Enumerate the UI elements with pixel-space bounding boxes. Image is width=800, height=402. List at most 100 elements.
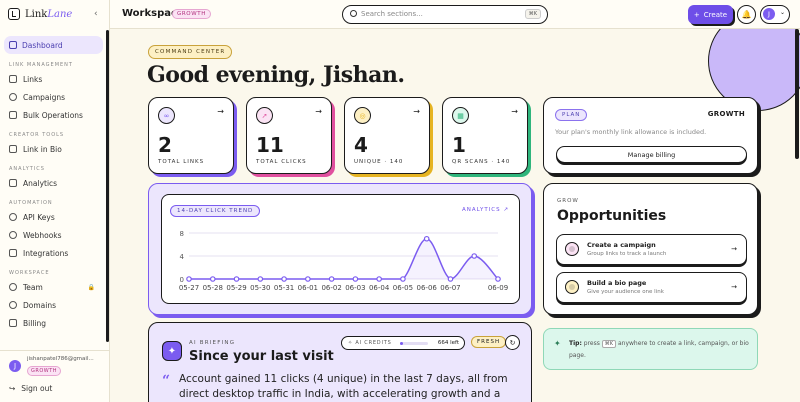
sidebar-item-billing[interactable]: Billing bbox=[0, 314, 109, 332]
x-tick-label: 06-06 bbox=[417, 284, 438, 292]
sidebar-item-dashboard[interactable]: Dashboard bbox=[4, 36, 103, 54]
stat-card-unique[interactable]: ◎ → 4 UNIQUE · 140 bbox=[344, 97, 430, 174]
qr-icon: ▦ bbox=[452, 107, 469, 124]
search-placeholder: Search sections... bbox=[361, 10, 423, 18]
main-scrollbar[interactable] bbox=[795, 29, 799, 159]
avatar[interactable]: J bbox=[9, 360, 21, 372]
data-point bbox=[423, 235, 430, 242]
refresh-button[interactable]: ↻ bbox=[505, 335, 520, 350]
sidebar-item-bulk-operations[interactable]: Bulk Operations bbox=[0, 106, 109, 124]
chevron-down-icon: ⌄ bbox=[779, 9, 785, 16]
stat-card-total-clicks[interactable]: ➚ → 11 TOTAL CLICKS bbox=[246, 97, 332, 174]
sidebar-item-label: Integrations bbox=[23, 248, 69, 258]
bio-page-icon bbox=[9, 145, 17, 153]
sign-out-icon: ↪ bbox=[9, 384, 16, 393]
briefing-title: Since your last visit bbox=[189, 349, 334, 364]
sidebar-item-label: Links bbox=[23, 74, 43, 84]
x-tick-label: 06-03 bbox=[345, 284, 365, 292]
stat-card-total-links[interactable]: ∞ → 2 TOTAL LINKS bbox=[148, 97, 234, 174]
search-shortcut: ⌘K bbox=[524, 9, 541, 19]
arrow-right-icon: → bbox=[731, 245, 737, 253]
sidebar-user[interactable]: J jishanpatel786@gmail... GROWTH ↪ Sign … bbox=[0, 350, 110, 402]
tip-text: Tip: press ⌘K anywhere to create a link,… bbox=[569, 340, 749, 359]
bio-page-icon bbox=[565, 280, 579, 294]
arrow-right-icon: → bbox=[413, 107, 420, 116]
opportunity-build-bio-page[interactable]: Build a bio page Give your audience one … bbox=[556, 272, 747, 303]
sidebar-item-links[interactable]: Links bbox=[0, 70, 109, 88]
plan-badge: PLAN bbox=[555, 109, 588, 121]
x-tick-label: 05-27 bbox=[179, 284, 199, 292]
globe-icon bbox=[9, 301, 17, 309]
search-input[interactable]: Search sections... ⌘K bbox=[342, 5, 548, 24]
sidebar-item-label: Billing bbox=[23, 318, 46, 328]
chart-icon bbox=[9, 179, 17, 187]
click-trend-chart: 0 4 8 05-27 05-28 05-29 05-30 05-31 06-01 06-02 06… bbox=[161, 194, 520, 304]
collapse-sidebar-icon[interactable]: ‹ bbox=[94, 9, 98, 19]
user-email: jishanpatel786@gmail... bbox=[27, 356, 94, 362]
x-tick-label: 05-31 bbox=[274, 284, 294, 292]
layers-icon bbox=[9, 111, 17, 119]
sign-out-label: Sign out bbox=[21, 384, 53, 393]
ai-briefing-card: ✦ AI BRIEFING Since your last visit ✧ AI… bbox=[148, 322, 532, 402]
sidebar-item-analytics[interactable]: Analytics bbox=[0, 174, 109, 192]
user-menu-button[interactable]: J ⌄ bbox=[760, 5, 790, 24]
user-plan-badge: GROWTH bbox=[27, 366, 62, 376]
click-trend-card: 0 4 8 05-27 05-28 05-29 05-30 05-31 06-01 06-02 06… bbox=[148, 183, 532, 315]
opportunity-title: Build a bio page bbox=[587, 279, 647, 287]
notifications-button[interactable]: 🔔 bbox=[737, 5, 756, 24]
sidebar-item-team[interactable]: Team 🔒 bbox=[0, 278, 109, 296]
webhook-icon bbox=[9, 231, 17, 239]
stat-card-qr-scans[interactable]: ▦ → 1 QR SCANS · 140 bbox=[442, 97, 528, 174]
stat-value: 2 bbox=[158, 133, 172, 157]
sidebar-scrollbar[interactable] bbox=[106, 30, 109, 342]
plan-name: GROWTH bbox=[707, 110, 745, 118]
sidebar-item-label: Domains bbox=[23, 300, 57, 310]
data-point bbox=[400, 276, 406, 282]
fingerprint-icon: ◎ bbox=[354, 107, 371, 124]
sign-out-button[interactable]: ↪ Sign out bbox=[9, 384, 52, 393]
sidebar-item-integrations[interactable]: Integrations bbox=[0, 244, 109, 262]
sidebar-item-label: Analytics bbox=[23, 178, 58, 188]
x-tick-label: 05-30 bbox=[250, 284, 270, 292]
manage-billing-button[interactable]: Manage billing bbox=[556, 146, 747, 163]
stat-label: TOTAL CLICKS bbox=[256, 159, 307, 165]
brand[interactable]: LinkLane bbox=[0, 0, 109, 28]
sidebar-item-webhooks[interactable]: Webhooks bbox=[0, 226, 109, 244]
section-automation: AUTOMATION bbox=[9, 200, 53, 206]
quote-icon: “ bbox=[162, 373, 171, 389]
sidebar-item-label: Campaigns bbox=[23, 92, 66, 102]
ai-credits-meter: ✧ AI CREDITS 664 left bbox=[341, 336, 465, 350]
section-creator-tools: CREATOR TOOLS bbox=[9, 132, 65, 138]
sidebar-item-link-in-bio[interactable]: Link in Bio bbox=[0, 140, 109, 158]
topbar: Workspace GROWTH Search sections... ⌘K +… bbox=[110, 0, 800, 29]
sidebar-item-api-keys[interactable]: API Keys bbox=[0, 208, 109, 226]
main-content: COMMAND CENTER Good evening, Jishan. ∞ →… bbox=[110, 29, 800, 402]
section-workspace: WORKSPACE bbox=[9, 270, 50, 276]
sidebar-item-domains[interactable]: Domains bbox=[0, 296, 109, 314]
create-button[interactable]: + Create bbox=[688, 5, 733, 24]
greeting-heading: Good evening, Jishan. bbox=[147, 62, 405, 88]
arrow-right-icon: → bbox=[731, 283, 737, 291]
sidebar-item-label: Dashboard bbox=[22, 40, 63, 50]
users-icon bbox=[9, 283, 17, 291]
series-line bbox=[189, 237, 499, 280]
plan-card: PLAN GROWTH Your plan's monthly link all… bbox=[543, 97, 758, 174]
arrow-right-icon: → bbox=[511, 107, 518, 116]
series-area bbox=[189, 238, 498, 279]
stat-label: TOTAL LINKS bbox=[158, 159, 205, 165]
brand-name: LinkLane bbox=[25, 8, 73, 20]
sparkle-icon: ✦ bbox=[162, 341, 182, 361]
search-icon bbox=[350, 10, 357, 17]
x-tick-label: 05-29 bbox=[226, 284, 246, 292]
data-point bbox=[305, 276, 311, 282]
y-tick-label: 4 bbox=[180, 253, 185, 261]
sidebar-item-campaigns[interactable]: Campaigns bbox=[0, 88, 109, 106]
shortcut-key: ⌘K bbox=[601, 340, 617, 348]
plus-icon: + bbox=[693, 10, 700, 19]
trend-badge: 14-DAY CLICK TREND bbox=[170, 205, 261, 217]
analytics-link[interactable]: ANALYTICS ↗ bbox=[462, 207, 509, 213]
opportunity-create-campaign[interactable]: Create a campaign Group links to track a… bbox=[556, 234, 747, 265]
link-icon: ∞ bbox=[158, 107, 175, 124]
dashboard-icon bbox=[9, 41, 17, 49]
sidebar-item-label: Team bbox=[23, 282, 43, 292]
